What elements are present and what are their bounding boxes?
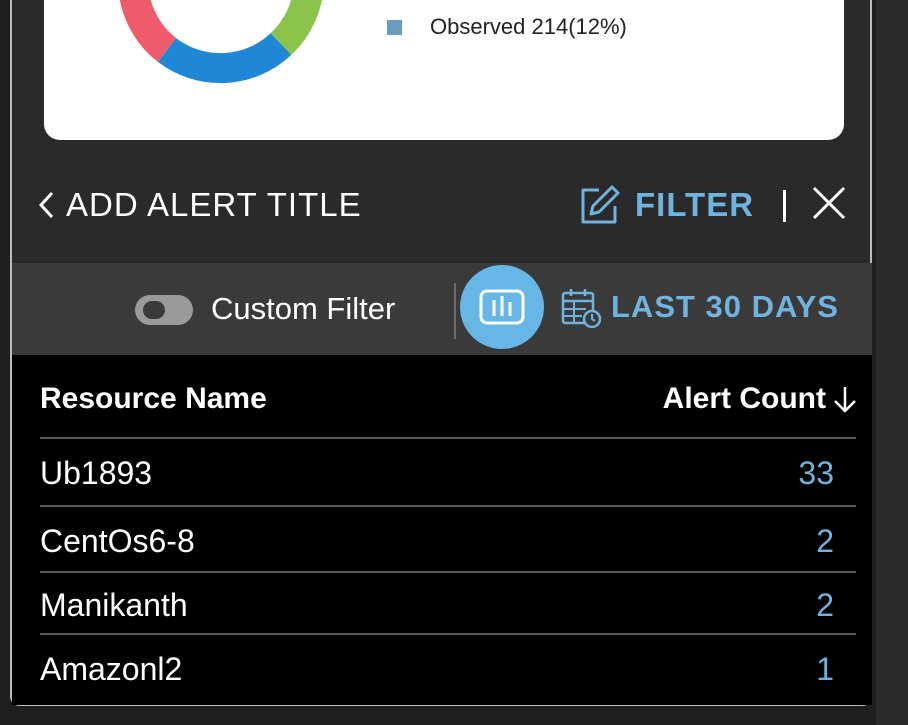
- custom-filter-label: Custom Filter: [211, 291, 396, 326]
- filter-toolbar: Custom Filter LAST 30 DAYS: [12, 263, 872, 355]
- chart-card: Observed 214(12%): [44, 0, 844, 140]
- donut-slice-red: [119, 0, 177, 62]
- resource-name-cell: Ub1893: [40, 455, 153, 491]
- panel-header: ADD ALERT TITLE FILTER: [0, 168, 872, 240]
- table-row[interactable]: Ub1893 33: [40, 441, 856, 503]
- toggle-knob: [143, 301, 165, 319]
- alert-table: Resource Name Alert Count Ub1893 33 Cent…: [12, 355, 872, 705]
- custom-filter-toggle[interactable]: [135, 295, 193, 325]
- header-separator: [783, 190, 786, 222]
- legend-item-observed: Observed 214(12%): [387, 14, 627, 40]
- alert-count-cell[interactable]: 1: [816, 651, 834, 688]
- column-header-resource-name[interactable]: Resource Name: [40, 382, 267, 416]
- alert-count-cell[interactable]: 2: [816, 523, 834, 560]
- alert-count-cell[interactable]: 2: [816, 587, 834, 624]
- donut-chart: [119, 0, 322, 84]
- row-divider: [40, 505, 856, 507]
- back-label: ADD ALERT TITLE: [66, 186, 362, 223]
- chart-view-button[interactable]: [460, 265, 544, 349]
- date-range-label[interactable]: LAST 30 DAYS: [611, 289, 839, 325]
- alert-count-header-label: Alert Count: [662, 382, 826, 415]
- toolbar-divider: [454, 283, 456, 339]
- chevron-left-icon: [38, 191, 54, 219]
- close-icon[interactable]: [808, 182, 850, 224]
- window-edge: [876, 0, 908, 725]
- row-divider: [40, 437, 856, 439]
- resource-name-cell: CentOs6-8: [40, 523, 195, 559]
- filter-button[interactable]: FILTER: [577, 184, 754, 226]
- arrow-down-icon: [834, 387, 856, 413]
- calendar-clock-icon[interactable]: [560, 287, 602, 329]
- table-row[interactable]: Amazonl2 1: [40, 637, 856, 699]
- filter-label: FILTER: [635, 186, 755, 223]
- legend-label: Observed 214(12%): [430, 14, 627, 39]
- table-row[interactable]: Manikanth 2: [40, 573, 856, 635]
- alert-count-cell[interactable]: 33: [798, 455, 834, 492]
- resource-name-cell: Manikanth: [40, 587, 188, 623]
- donut-slice-green: [270, 0, 322, 55]
- resource-name-cell: Amazonl2: [40, 651, 183, 687]
- edit-icon: [581, 185, 620, 224]
- table-row[interactable]: CentOs6-8 2: [40, 509, 856, 571]
- donut-slice-blue: [157, 32, 292, 84]
- row-divider: [40, 633, 856, 635]
- bar-chart-icon: [479, 289, 525, 325]
- back-button[interactable]: ADD ALERT TITLE: [36, 186, 362, 224]
- legend-swatch: [387, 19, 402, 35]
- column-header-alert-count[interactable]: Alert Count: [663, 382, 858, 416]
